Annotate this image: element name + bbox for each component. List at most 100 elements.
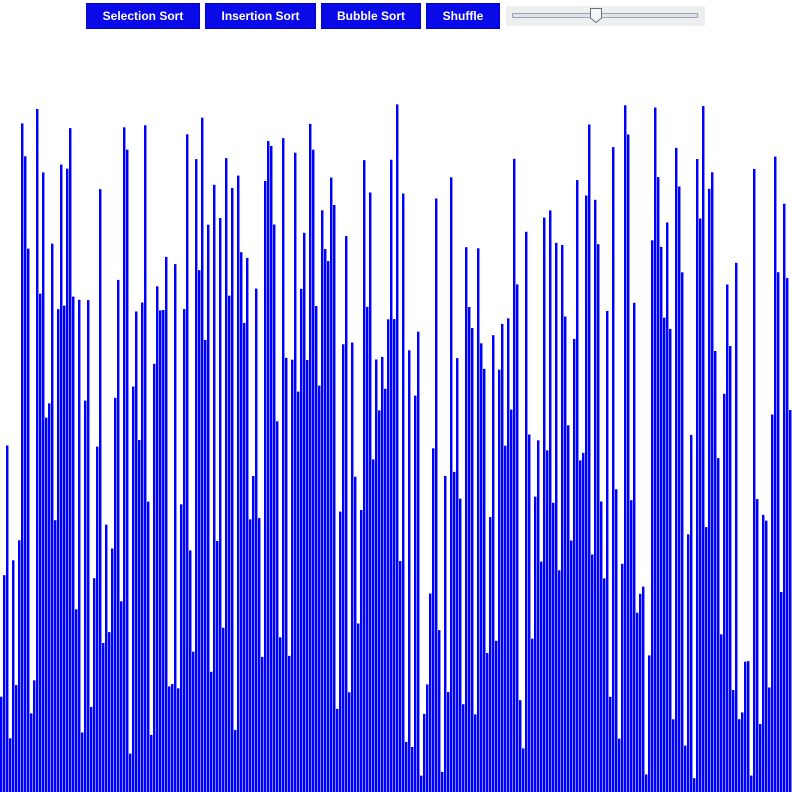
array-bar [477, 248, 480, 792]
array-bar [549, 210, 552, 792]
array-bar [405, 741, 408, 792]
array-bar [18, 540, 21, 792]
array-bar [447, 691, 450, 792]
array-bar [99, 189, 102, 792]
array-bar [12, 560, 15, 792]
array-bar [423, 713, 426, 792]
array-bar [33, 680, 36, 792]
array-bar [654, 107, 657, 792]
array-bar [492, 335, 495, 792]
array-bar [147, 501, 150, 792]
array-bar [513, 158, 516, 792]
array-bar [636, 612, 639, 792]
array-bar [750, 775, 753, 792]
array-bar [87, 300, 90, 792]
array-bar [771, 414, 774, 792]
array-bar [84, 400, 87, 792]
array-bar [204, 339, 207, 792]
array-bar [756, 499, 759, 792]
array-bar [645, 774, 648, 792]
array-bar [576, 180, 579, 792]
insertion-sort-button[interactable]: Insertion Sort [205, 3, 316, 29]
array-bar [366, 306, 369, 792]
array-bar [15, 685, 18, 792]
array-bar [420, 775, 423, 792]
array-bar [354, 476, 357, 792]
array-bar [414, 395, 417, 792]
array-bar [258, 518, 261, 792]
array-bar [441, 771, 444, 792]
array-bar [72, 296, 75, 792]
array-bar [390, 159, 393, 792]
array-bar [123, 127, 126, 792]
array-bar [651, 240, 654, 792]
array-bar [75, 609, 78, 792]
array-bar [573, 338, 576, 792]
array-bar [456, 358, 459, 792]
array-bar [183, 309, 186, 792]
array-bar [153, 363, 156, 792]
array-bar [387, 319, 390, 792]
array-bar [231, 187, 234, 792]
array-bar [42, 172, 45, 792]
array-bar [465, 247, 468, 792]
array-bar [483, 368, 486, 792]
array-bar [282, 138, 285, 792]
array-bar [429, 593, 432, 792]
bubble-sort-button[interactable]: Bubble Sort [321, 3, 421, 29]
array-bar [237, 175, 240, 792]
array-bar [384, 388, 387, 792]
array-bar [435, 198, 438, 792]
speed-slider[interactable] [506, 6, 705, 26]
array-bar [558, 570, 561, 792]
array-bar [744, 661, 747, 792]
array-bar [300, 288, 303, 792]
array-bar [69, 128, 72, 792]
array-bar [375, 359, 378, 792]
array-bar [657, 177, 660, 792]
array-bar [528, 434, 531, 792]
array-bar [594, 199, 597, 792]
array-bar [627, 134, 630, 792]
array-bar [3, 575, 6, 792]
array-bar [351, 342, 354, 792]
array-bar [261, 656, 264, 792]
array-bar [27, 248, 30, 792]
array-bar [264, 181, 267, 792]
array-bar [786, 278, 789, 792]
array-bar [432, 448, 435, 792]
slider-thumb[interactable] [589, 7, 603, 24]
array-bar [609, 696, 612, 792]
array-bar [255, 288, 258, 792]
shuffle-button[interactable]: Shuffle [426, 3, 500, 29]
array-bar [135, 311, 138, 792]
array-bar [222, 627, 225, 792]
array-bar [303, 232, 306, 792]
array-bar [318, 385, 321, 792]
array-bar [480, 343, 483, 792]
array-bar [582, 452, 585, 792]
selection-sort-button[interactable]: Selection Sort [86, 3, 200, 29]
array-bar [279, 637, 282, 792]
array-bar [612, 147, 615, 792]
array-bar [438, 630, 441, 792]
sorting-visualizer-window: Selection Sort Insertion Sort Bubble Sor… [0, 0, 792, 792]
array-bar [444, 475, 447, 792]
array-bar [291, 359, 294, 792]
array-bar [690, 434, 693, 792]
array-bar [711, 172, 714, 792]
array-bar [141, 302, 144, 792]
slider-track[interactable] [512, 13, 698, 18]
array-bar [630, 500, 633, 792]
array-bar [510, 409, 513, 792]
array-bar [591, 554, 594, 792]
array-bar [504, 445, 507, 792]
array-bar [579, 460, 582, 792]
array-bar [267, 141, 270, 792]
array-bar [453, 471, 456, 792]
array-bar [639, 593, 642, 792]
array-bar [672, 719, 675, 792]
array-bar [399, 561, 402, 792]
array-bar [114, 397, 117, 792]
array-bar [381, 356, 384, 792]
